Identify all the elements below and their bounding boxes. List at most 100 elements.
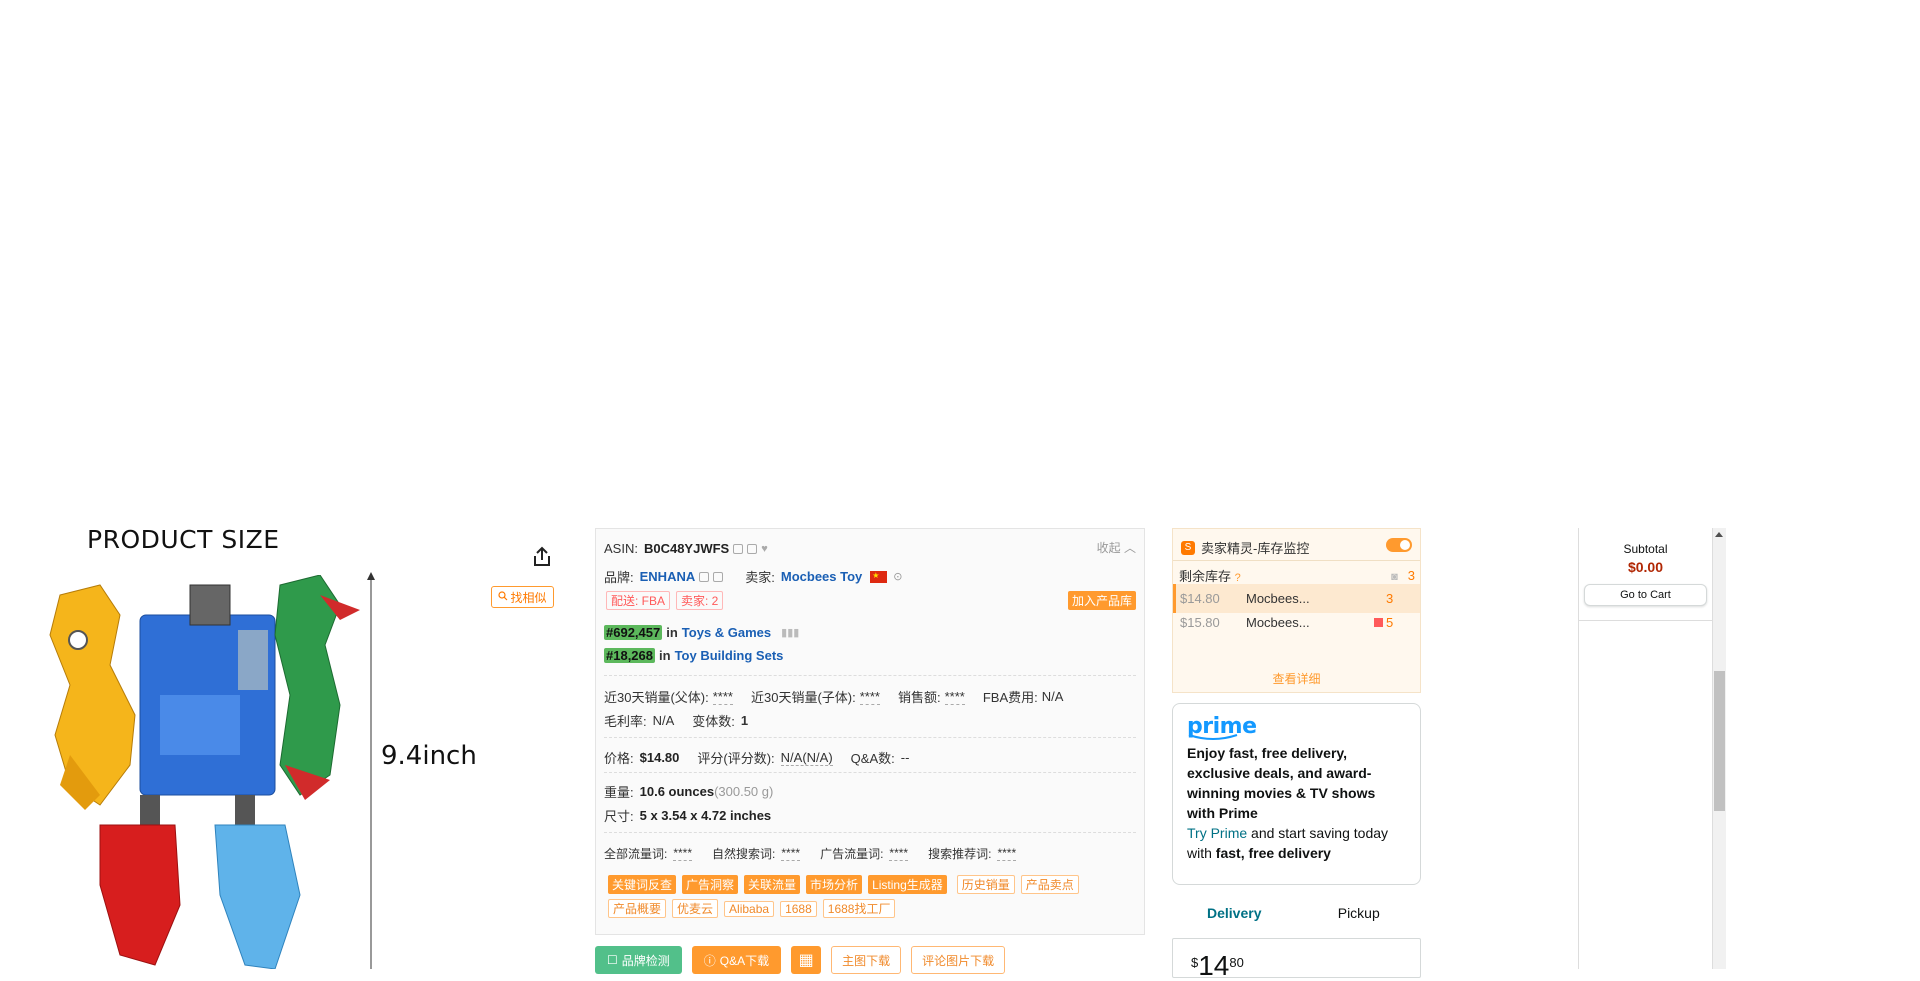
ads-traffic-value[interactable]: **** bbox=[889, 846, 909, 861]
history-sales-tag[interactable]: 历史销量 bbox=[956, 875, 1015, 894]
copy-icon[interactable] bbox=[747, 543, 758, 554]
location-icon[interactable]: ⊙ bbox=[893, 570, 902, 583]
add-to-library-button[interactable]: 加入产品库 bbox=[1067, 591, 1136, 610]
external-link-icon[interactable] bbox=[713, 571, 724, 582]
1688-factory-tag[interactable]: 1688找工厂 bbox=[822, 899, 896, 918]
delivery-tag: 配送: FBA bbox=[606, 591, 671, 610]
bar-chart-icon[interactable]: ▮▮▮ bbox=[781, 626, 799, 639]
help-icon[interactable]: ? bbox=[1235, 572, 1241, 584]
tab-pickup[interactable]: Pickup bbox=[1297, 898, 1422, 928]
ad-insight-tag[interactable]: 广告洞察 bbox=[682, 875, 739, 894]
qa-label: Q&A数: bbox=[850, 751, 895, 766]
rank-badge: #18,268 bbox=[604, 648, 655, 663]
remaining-stock-value: 3 bbox=[1407, 568, 1415, 583]
weight-label: 重量: bbox=[604, 785, 634, 800]
margin-label: 毛利率: bbox=[604, 714, 647, 729]
recommend-traffic-value[interactable]: **** bbox=[997, 846, 1017, 861]
main-image-download-button[interactable]: 主图下载 bbox=[831, 946, 902, 974]
brand-check-button[interactable]: ☐ 品牌检测 bbox=[595, 946, 682, 974]
prime-subtext: Try Prime and start saving today with fa… bbox=[1187, 825, 1389, 861]
camera-icon[interactable]: ◙ bbox=[1391, 571, 1398, 583]
dimension-arrow bbox=[367, 572, 375, 969]
seller-tool-buttons: ☐ 品牌检测 ⓘ Q&A下载 ▦ 主图下载 评论图片下载 bbox=[595, 946, 1006, 974]
toy-robot-illustration bbox=[49, 575, 360, 969]
tab-delivery[interactable]: Delivery bbox=[1172, 898, 1297, 928]
seller-link[interactable]: Mocbees Toy bbox=[781, 569, 862, 584]
view-details-link[interactable]: 查看详细 bbox=[1173, 670, 1420, 687]
calculator-icon: ▦ bbox=[798, 952, 814, 969]
weight-grams: (300.50 g) bbox=[714, 784, 774, 799]
copy-icon[interactable] bbox=[699, 571, 710, 582]
price-whole: 14 bbox=[1198, 950, 1230, 981]
variants-value: 1 bbox=[740, 713, 749, 728]
heart-icon[interactable]: ♥ bbox=[761, 543, 768, 555]
revenue-value: **** bbox=[944, 688, 965, 705]
price-label: 价格: bbox=[604, 751, 634, 766]
rating-value: N/A(N/A) bbox=[780, 749, 833, 766]
review-image-download-button[interactable]: 评论图片下载 bbox=[911, 946, 1006, 974]
chevron-up-icon: ︿ bbox=[1123, 541, 1136, 555]
scroll-up-icon[interactable] bbox=[1715, 532, 1723, 537]
prime-promo-box[interactable]: prime Enjoy fast, free delivery, exclusi… bbox=[1172, 703, 1421, 885]
remaining-stock-label: 剩余库存 bbox=[1179, 569, 1232, 584]
dimensions-label: 尺寸: bbox=[604, 809, 634, 824]
organic-traffic-value[interactable]: **** bbox=[781, 846, 801, 861]
all-traffic-label: 全部流量词: bbox=[604, 847, 668, 861]
inventory-row[interactable]: $15.80 Mocbees... 5 bbox=[1173, 608, 1420, 637]
fba-fee-label: FBA费用: bbox=[982, 690, 1038, 705]
scrollbar[interactable] bbox=[1713, 528, 1726, 969]
youmaiyun-tag[interactable]: 优麦云 bbox=[672, 899, 719, 918]
selling-points-tag[interactable]: 产品卖点 bbox=[1020, 875, 1079, 894]
fba-fee-value: N/A bbox=[1041, 689, 1064, 704]
brand-label: 品牌: bbox=[604, 570, 634, 585]
ads-traffic-label: 广告流量词: bbox=[820, 847, 884, 861]
square-icon: ☐ bbox=[607, 953, 618, 967]
margin-value: N/A bbox=[652, 713, 675, 728]
revenue-label: 销售额: bbox=[897, 690, 941, 705]
organic-traffic-label: 自然搜索词: bbox=[712, 847, 776, 861]
collapse-button[interactable]: 收起 ︿ bbox=[1097, 539, 1136, 556]
prime-logo: prime bbox=[1187, 714, 1257, 739]
asin-value[interactable]: B0C48YJWFS bbox=[644, 541, 729, 556]
price-fraction: 80 bbox=[1229, 955, 1244, 970]
try-prime-link[interactable]: Try Prime bbox=[1187, 825, 1247, 841]
weight-value: 10.6 ounces bbox=[639, 784, 715, 799]
buy-box: $1480 bbox=[1172, 938, 1421, 981]
child-sales-label: 近30天销量(子体): bbox=[750, 690, 856, 705]
product-summary-tag[interactable]: 产品概要 bbox=[608, 899, 667, 918]
share-icon[interactable] bbox=[530, 545, 554, 569]
parent-sales-value: **** bbox=[712, 688, 733, 705]
go-to-cart-button[interactable]: Go to Cart bbox=[1584, 584, 1707, 606]
calculator-button[interactable]: ▦ bbox=[791, 946, 822, 974]
asin-label: ASIN: bbox=[604, 541, 638, 556]
product-size-title: PRODUCT SIZE bbox=[87, 525, 280, 554]
all-traffic-value[interactable]: **** bbox=[673, 846, 693, 861]
find-similar-button[interactable]: 找相似 bbox=[491, 586, 554, 608]
related-traffic-tag[interactable]: 关联流量 bbox=[744, 875, 801, 894]
question-icon: ⓘ bbox=[703, 953, 716, 968]
market-analysis-tag[interactable]: 市场分析 bbox=[806, 875, 863, 894]
fulfillment-tabs: Delivery Pickup bbox=[1172, 898, 1421, 928]
listing-generator-tag[interactable]: Listing生成器 bbox=[868, 875, 947, 894]
seller-label: 卖家: bbox=[745, 570, 775, 585]
subtotal-value: $0.00 bbox=[1627, 559, 1664, 575]
scrollbar-thumb[interactable] bbox=[1714, 671, 1725, 811]
inventory-monitor-panel: S 卖家精灵-库存监控 剩余库存 ? ◙ 3 $14.80 Mocbees... … bbox=[1172, 528, 1421, 693]
inventory-monitor-toggle[interactable] bbox=[1386, 538, 1412, 552]
price-value: $14.80 bbox=[639, 750, 680, 765]
variants-label: 变体数: bbox=[692, 714, 735, 729]
alibaba-tag[interactable]: Alibaba bbox=[724, 900, 775, 917]
rank-category-link[interactable]: Toys & Games bbox=[682, 625, 771, 640]
copy-icon[interactable] bbox=[733, 543, 744, 554]
qa-download-button[interactable]: ⓘ Q&A下载 bbox=[691, 946, 782, 974]
keyword-reverse-tag[interactable]: 关键词反查 bbox=[608, 875, 677, 894]
dimensions-value: 5 x 3.54 x 4.72 inches bbox=[639, 808, 772, 823]
prime-headline: Enjoy fast, free delivery, exclusive dea… bbox=[1187, 745, 1376, 821]
price-currency: $ bbox=[1191, 955, 1199, 970]
warning-icon bbox=[1374, 618, 1383, 627]
brand-link[interactable]: ENHANA bbox=[640, 569, 696, 584]
sellers-count-tag[interactable]: 卖家: 2 bbox=[676, 591, 724, 610]
rank-category-link[interactable]: Toy Building Sets bbox=[675, 648, 784, 663]
1688-tag[interactable]: 1688 bbox=[780, 900, 817, 917]
parent-sales-label: 近30天销量(父体): bbox=[604, 690, 709, 705]
